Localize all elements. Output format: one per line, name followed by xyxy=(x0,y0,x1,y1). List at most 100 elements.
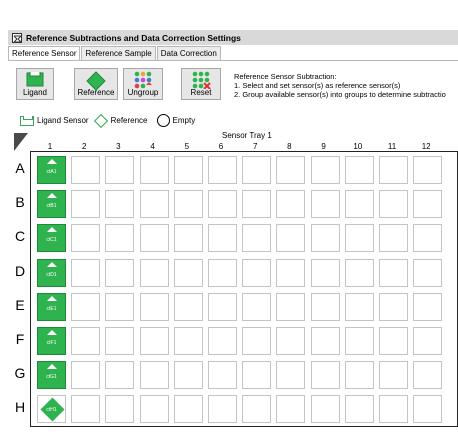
sensor-well[interactable] xyxy=(310,327,340,355)
sensor-well[interactable] xyxy=(413,327,443,355)
ligand-button[interactable]: Ligand xyxy=(16,68,54,100)
select-all-corner[interactable] xyxy=(14,133,28,151)
sensor-well[interactable] xyxy=(379,292,408,321)
sensor-well[interactable] xyxy=(310,292,340,321)
reference-button[interactable]: Reference xyxy=(74,68,118,100)
sensor-well[interactable] xyxy=(208,190,237,219)
column-header-7[interactable]: 7 xyxy=(245,142,265,151)
sensor-well[interactable] xyxy=(276,361,306,390)
sensor-well[interactable] xyxy=(71,258,101,287)
tab-reference-sample[interactable]: Reference Sample xyxy=(81,46,156,60)
sensor-well[interactable] xyxy=(105,395,135,424)
sensor-well[interactable] xyxy=(139,292,169,321)
ligand-sensor-well[interactable]: ctG1 xyxy=(37,361,66,390)
column-header-4[interactable]: 4 xyxy=(143,142,163,151)
sensor-well[interactable] xyxy=(344,224,374,253)
sensor-well[interactable] xyxy=(105,292,135,321)
sensor-well[interactable] xyxy=(379,224,408,253)
sensor-well[interactable] xyxy=(344,395,374,424)
sensor-well[interactable] xyxy=(242,258,272,287)
row-header-h[interactable]: H xyxy=(12,399,28,415)
sensor-well[interactable] xyxy=(105,327,135,355)
row-header-b[interactable]: B xyxy=(12,194,28,210)
sensor-well[interactable] xyxy=(208,327,237,355)
sensor-well[interactable] xyxy=(173,224,203,253)
column-header-5[interactable]: 5 xyxy=(177,142,197,151)
sensor-well[interactable] xyxy=(173,258,203,287)
sensor-well[interactable] xyxy=(344,361,374,390)
ligand-sensor-well[interactable]: ctC1 xyxy=(37,224,66,253)
sensor-well[interactable] xyxy=(71,190,101,219)
sensor-well[interactable] xyxy=(310,224,340,253)
sensor-well[interactable] xyxy=(71,361,101,390)
sensor-well[interactable] xyxy=(379,258,408,287)
sensor-well[interactable] xyxy=(173,292,203,321)
sensor-well[interactable] xyxy=(208,395,237,424)
sensor-well[interactable] xyxy=(71,327,101,355)
sensor-well[interactable] xyxy=(413,361,443,390)
sensor-well[interactable] xyxy=(379,156,408,184)
row-header-a[interactable]: A xyxy=(12,160,28,176)
sensor-well[interactable] xyxy=(242,327,272,355)
sensor-well[interactable] xyxy=(173,395,203,424)
ligand-sensor-well[interactable]: ctA1 xyxy=(37,156,66,184)
sensor-well[interactable] xyxy=(344,258,374,287)
sensor-well[interactable] xyxy=(208,224,237,253)
sensor-well[interactable] xyxy=(139,190,169,219)
column-header-2[interactable]: 2 xyxy=(74,142,94,151)
sensor-well[interactable] xyxy=(276,190,306,219)
sensor-well[interactable] xyxy=(71,156,101,184)
tab-reference-sensor[interactable]: Reference Sensor xyxy=(8,46,81,61)
sensor-well[interactable] xyxy=(276,156,306,184)
sensor-well[interactable] xyxy=(139,395,169,424)
sensor-well[interactable] xyxy=(208,292,237,321)
sensor-well[interactable] xyxy=(310,156,340,184)
reference-sensor-well[interactable]: ctH1 xyxy=(37,395,66,424)
column-header-9[interactable]: 9 xyxy=(314,142,334,151)
sensor-well[interactable] xyxy=(208,258,237,287)
sensor-well[interactable] xyxy=(276,292,306,321)
row-header-f[interactable]: F xyxy=(12,331,28,347)
sensor-well[interactable] xyxy=(208,156,237,184)
row-header-g[interactable]: G xyxy=(12,365,28,381)
column-header-10[interactable]: 10 xyxy=(348,142,368,151)
sensor-well[interactable] xyxy=(173,327,203,355)
sensor-well[interactable] xyxy=(413,292,443,321)
column-header-3[interactable]: 3 xyxy=(108,142,128,151)
sensor-well[interactable] xyxy=(105,258,135,287)
sensor-well[interactable] xyxy=(276,395,306,424)
sensor-well[interactable] xyxy=(71,292,101,321)
reset-button[interactable]: Reset xyxy=(181,68,221,100)
sensor-well[interactable] xyxy=(242,224,272,253)
sensor-well[interactable] xyxy=(139,361,169,390)
sensor-well[interactable] xyxy=(208,361,237,390)
sensor-well[interactable] xyxy=(310,395,340,424)
sensor-well[interactable] xyxy=(379,395,408,424)
sensor-well[interactable] xyxy=(173,156,203,184)
sensor-well[interactable] xyxy=(413,258,443,287)
sensor-well[interactable] xyxy=(413,156,443,184)
sensor-well[interactable] xyxy=(242,190,272,219)
sensor-well[interactable] xyxy=(379,327,408,355)
sensor-well[interactable] xyxy=(173,361,203,390)
row-header-e[interactable]: E xyxy=(12,297,28,313)
ligand-sensor-well[interactable]: ctF1 xyxy=(37,327,66,355)
sensor-well[interactable] xyxy=(139,258,169,287)
sensor-well[interactable] xyxy=(105,156,135,184)
sensor-well[interactable] xyxy=(344,190,374,219)
row-header-c[interactable]: C xyxy=(12,228,28,244)
column-header-12[interactable]: 12 xyxy=(416,142,436,151)
ligand-sensor-well[interactable]: ctB1 xyxy=(37,190,66,219)
row-header-d[interactable]: D xyxy=(12,263,28,279)
sensor-well[interactable] xyxy=(310,361,340,390)
sensor-well[interactable] xyxy=(71,395,101,424)
sensor-well[interactable] xyxy=(139,156,169,184)
ungroup-button[interactable]: Ungroup xyxy=(123,68,163,100)
sensor-well[interactable] xyxy=(242,292,272,321)
sensor-well[interactable] xyxy=(310,190,340,219)
sensor-well[interactable] xyxy=(344,156,374,184)
sensor-well[interactable] xyxy=(413,395,443,424)
sensor-well[interactable] xyxy=(173,190,203,219)
sensor-well[interactable] xyxy=(379,190,408,219)
column-header-6[interactable]: 6 xyxy=(211,142,231,151)
